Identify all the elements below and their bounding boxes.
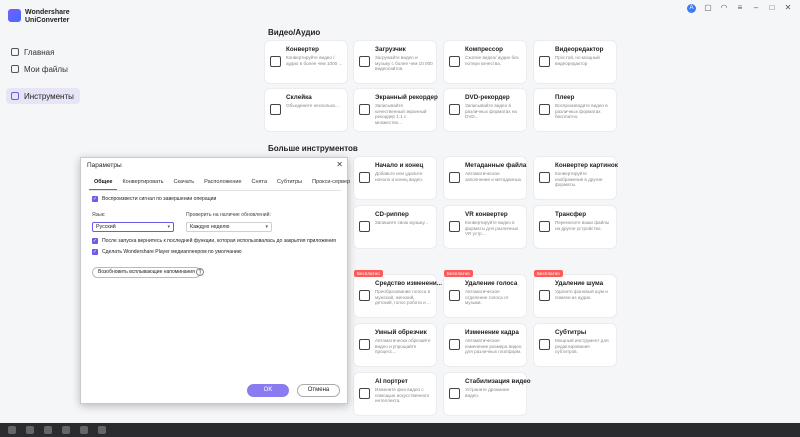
- checkbox-checked-icon[interactable]: ✓: [92, 238, 98, 244]
- tool-card-metadata[interactable]: Метаданные файла Автоматическое заполнен…: [444, 157, 526, 199]
- tool-card-ai-portrait[interactable]: AI портрет Измените фон видео с помощью …: [354, 373, 436, 415]
- image-icon: [539, 172, 550, 183]
- taskbar-app-icon[interactable]: [62, 426, 70, 434]
- option-resume-last-function[interactable]: ✓ После запуска вернитесь к последней фу…: [92, 238, 336, 244]
- option-default-player[interactable]: ✓ Сделать Wondershare Player медиаплееро…: [92, 249, 242, 255]
- option-play-sound[interactable]: ✓ Воспроизвести сигнал по завершении опе…: [92, 196, 216, 202]
- tool-card-video-stabilization[interactable]: Стабилизация видео Устраните дрожание ви…: [444, 373, 531, 415]
- preferences-dialog: Параметры ✕ Общее Конвертировать Скачать…: [80, 157, 350, 404]
- tab-proxy[interactable]: Прокси-сервер: [307, 178, 355, 190]
- tab-download[interactable]: Скачать: [169, 178, 200, 190]
- tool-card-dvd-recorder[interactable]: DVD-рекордер Записывайте видео в различн…: [444, 89, 526, 131]
- section-title-video-audio: Видео/Аудио: [268, 28, 321, 37]
- sidebar-item-my-files[interactable]: Мои файлы: [6, 61, 80, 77]
- tool-card-voice-changer[interactable]: Бесплатно Средство изменени... Преобразо…: [354, 270, 442, 317]
- app-logo: Wondershare UniConverter: [8, 9, 70, 25]
- tool-card-compressor[interactable]: Компрессор Сжатие видео/ аудио без потер…: [444, 41, 526, 83]
- taskbar: [0, 423, 800, 437]
- play-icon: [539, 104, 550, 115]
- reframe-icon: [449, 339, 460, 350]
- free-badge: Бесплатно: [354, 270, 383, 277]
- transfer-icon: [539, 221, 550, 232]
- ok-button[interactable]: OK: [247, 384, 289, 397]
- tool-card-intro-outro[interactable]: Начало и конец Добавьте или удалите нача…: [354, 157, 436, 199]
- subtitle-icon: [539, 339, 550, 350]
- taskbar-app-icon[interactable]: [44, 426, 52, 434]
- tool-card-screen-recorder[interactable]: Экранный рекордер Записывайте качественн…: [354, 89, 438, 131]
- cd-icon: [359, 221, 370, 232]
- tool-card-player[interactable]: Плеер Воспроизводите видео в различных ф…: [534, 89, 616, 131]
- vr-icon: [449, 221, 460, 232]
- updates-select[interactable]: Каждую неделю ▾: [186, 222, 272, 232]
- sidebar-item-tools[interactable]: Инструменты: [6, 88, 80, 104]
- voice-changer-icon: [359, 290, 370, 301]
- tool-card-transfer[interactable]: Трансфер Перенесите ваши файлы на другое…: [534, 206, 616, 248]
- free-badge: Бесплатно: [534, 270, 563, 277]
- uniconverter-logo-icon: [8, 9, 21, 22]
- app-name: Wondershare UniConverter: [25, 9, 70, 24]
- help-icon[interactable]: ?: [196, 268, 204, 276]
- free-badge: Бесплатно: [444, 270, 473, 277]
- home-icon: [11, 48, 19, 56]
- section-title-more-tools: Больше инструментов: [268, 144, 358, 153]
- stabilize-icon: [449, 388, 460, 399]
- tool-card-vocal-remover[interactable]: Бесплатно Удаление голоса Автоматическое…: [444, 270, 526, 317]
- checkbox-checked-icon[interactable]: ✓: [92, 196, 98, 202]
- chevron-down-icon: ▾: [167, 224, 170, 230]
- checkbox-checked-icon[interactable]: ✓: [92, 249, 98, 255]
- vocal-remover-icon: [449, 290, 460, 301]
- cancel-button[interactable]: Отмена: [297, 384, 340, 397]
- tool-card-subtitles[interactable]: Субтитры Мощный инструмент для редактиро…: [534, 324, 616, 366]
- dialog-title: Параметры: [87, 162, 122, 169]
- taskbar-app-icon[interactable]: [26, 426, 34, 434]
- screen-record-icon: [359, 104, 370, 115]
- tab-general[interactable]: Общее: [89, 178, 118, 190]
- tab-convert[interactable]: Конвертировать: [117, 178, 168, 190]
- portrait-icon: [359, 388, 370, 399]
- taskbar-app-icon[interactable]: [8, 426, 16, 434]
- chevron-down-icon: ▾: [265, 224, 268, 230]
- restore-reminders-button[interactable]: Возобновить всплывающие напоминания: [92, 267, 201, 278]
- intro-outro-icon: [359, 172, 370, 183]
- app-window: Wondershare UniConverter Главная Мои фай…: [0, 0, 800, 437]
- tool-card-vr-converter[interactable]: VR конвертер Конвертируйте видео в форма…: [444, 206, 526, 248]
- metadata-icon: [449, 172, 460, 183]
- sidebar: Wondershare UniConverter Главная Мои фай…: [0, 0, 84, 437]
- converter-icon: [270, 56, 281, 67]
- folder-icon: [11, 65, 19, 73]
- trim-icon: [359, 339, 370, 350]
- tool-card-video-editor[interactable]: Видеоредактор Простой, но мощный видеоре…: [534, 41, 616, 83]
- tab-screenshot[interactable]: Снята: [247, 178, 273, 190]
- download-icon: [359, 56, 370, 67]
- tool-card-auto-reframe[interactable]: Изменение кадра Автоматическое изменение…: [444, 324, 526, 366]
- merge-icon: [270, 104, 281, 115]
- tool-card-cd-ripper[interactable]: CD-риппер Запишите свою музыку...: [354, 206, 436, 248]
- taskbar-app-icon[interactable]: [98, 426, 106, 434]
- tool-card-noise-remover[interactable]: Бесплатно Удаление шума Удалите фоновый …: [534, 270, 616, 317]
- tool-card-smart-trimmer[interactable]: Умный обрезчик Автоматически обрезайте в…: [354, 324, 436, 366]
- tool-card-image-converter[interactable]: Конвертер картинок Конвертируйте изображ…: [534, 157, 618, 199]
- compress-icon: [449, 56, 460, 67]
- taskbar-app-icon[interactable]: [80, 426, 88, 434]
- tool-card-converter[interactable]: Конвертер Конвертируйте видео / аудио в …: [265, 41, 347, 83]
- language-label: Язык:: [92, 212, 106, 218]
- tool-card-merger[interactable]: Склейка Объедините несколько...: [265, 89, 347, 131]
- tab-subtitles[interactable]: Субтитры: [272, 178, 307, 190]
- noise-remover-icon: [539, 290, 550, 301]
- dialog-tabs: Общее Конвертировать Скачать Расположени…: [89, 178, 350, 191]
- video-editor-icon: [539, 56, 550, 67]
- dvd-icon: [449, 104, 460, 115]
- toolbox-icon: [11, 92, 19, 100]
- dialog-close-icon[interactable]: ✕: [336, 160, 343, 169]
- tab-location[interactable]: Расположение: [199, 178, 246, 190]
- tool-card-downloader[interactable]: Загрузчик Загружайте видео и музыку с бо…: [354, 41, 436, 83]
- sidebar-item-home[interactable]: Главная: [6, 44, 80, 60]
- updates-label: Проверить на наличие обновлений:: [186, 212, 271, 218]
- language-select[interactable]: Русский ▾: [92, 222, 174, 232]
